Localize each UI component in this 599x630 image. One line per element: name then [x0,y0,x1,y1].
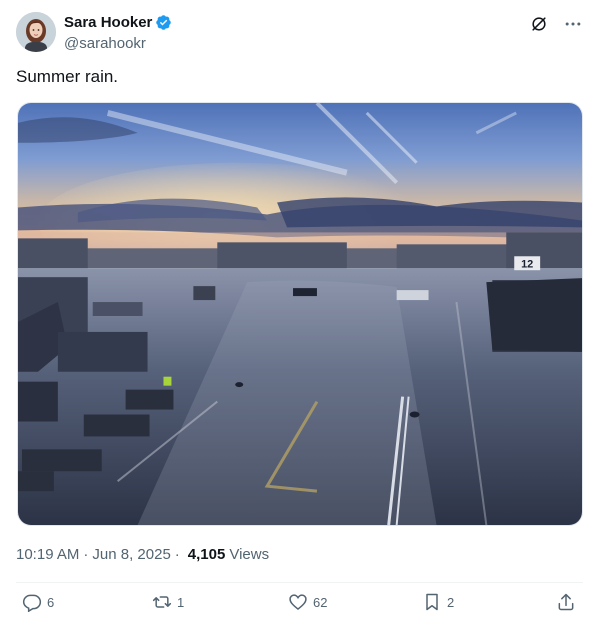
views-count: 4,105 [187,546,226,563]
views-label: Views [229,546,270,563]
reply-button[interactable]: 6 [22,592,54,612]
meta-separator: · [174,546,180,563]
grok-icon[interactable] [529,14,549,34]
tweet-header: Sara Hooker @sarahookr [16,12,583,54]
display-name[interactable]: Sara Hooker [64,14,152,31]
more-icon[interactable] [563,14,583,34]
share-button[interactable] [556,592,576,612]
like-button[interactable]: 62 [288,592,327,612]
repost-icon [152,596,172,608]
share-icon [558,593,574,611]
tweet-date[interactable]: Jun 8, 2025 [92,546,170,563]
handle[interactable]: @sarahookr [64,35,172,52]
divider [16,582,583,583]
top-actions [529,14,583,34]
bookmark-icon [426,593,438,611]
tweet-text: Summer rain. [16,67,119,86]
reply-count: 6 [47,594,55,610]
bookmark-button[interactable]: 2 [422,592,454,612]
bookmark-count: 2 [447,594,455,610]
like-icon [289,594,307,611]
avatar[interactable] [16,12,56,52]
repost-button[interactable]: 1 [152,592,184,612]
meta-separator: · [83,546,89,563]
tweet-photo[interactable]: 12 [17,102,583,526]
verified-badge-icon [156,15,172,30]
tweet-time[interactable]: 10:19 AM [16,546,79,563]
action-bar: 6 1 62 2 [16,592,583,620]
repost-count: 1 [177,594,185,610]
like-count: 62 [313,594,328,610]
reply-icon [22,594,42,612]
gate-sign: 12 [521,259,533,271]
tweet-meta: 10:19 AM · Jun 8, 2025 · 4,105 Views [16,546,269,563]
airport-apron-photo: 12 [18,103,582,525]
author-names: Sara Hooker @sarahookr [64,13,172,52]
